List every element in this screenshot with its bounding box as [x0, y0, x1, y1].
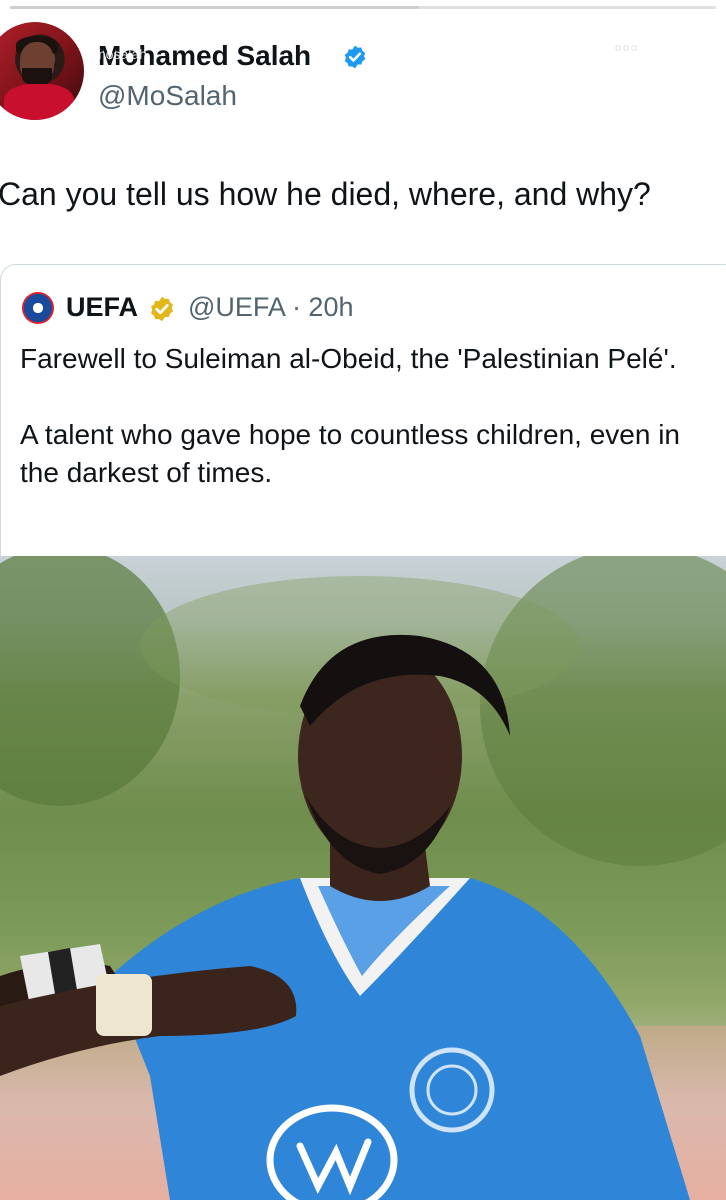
close-icon[interactable] [672, 34, 712, 74]
dot [616, 46, 620, 50]
author-handle[interactable]: @MoSalah [98, 80, 237, 112]
dot [632, 46, 636, 50]
verified-badge-icon [344, 45, 366, 69]
avatar-shirt [4, 84, 74, 120]
quoted-tweet-text: Farewell to Suleiman al-Obeid, the 'Pale… [20, 340, 700, 530]
tweet-text: Can you tell us how he died, where, and … [0, 176, 651, 212]
uefa-avatar[interactable] [22, 292, 54, 324]
football-player-photo[interactable] [0, 556, 726, 1200]
avatar[interactable] [0, 22, 84, 120]
more-horizontal-icon[interactable] [608, 36, 644, 60]
story-username[interactable]: mosalah [94, 46, 147, 62]
photo-illustration [0, 556, 726, 1200]
quoted-handle-time: @UEFA · 20h [188, 292, 354, 322]
story-progress-fill [10, 6, 420, 9]
quoted-paragraph-1: Farewell to Suleiman al-Obeid, the 'Pale… [20, 343, 677, 374]
quoted-paragraph-2: A talent who gave hope to countless chil… [20, 419, 680, 488]
story-progress-segment [10, 6, 716, 9]
story-progress [10, 6, 716, 9]
quoted-author-name[interactable]: UEFA [66, 292, 138, 323]
gold-verified-badge-icon [151, 296, 173, 322]
dot [624, 46, 628, 50]
